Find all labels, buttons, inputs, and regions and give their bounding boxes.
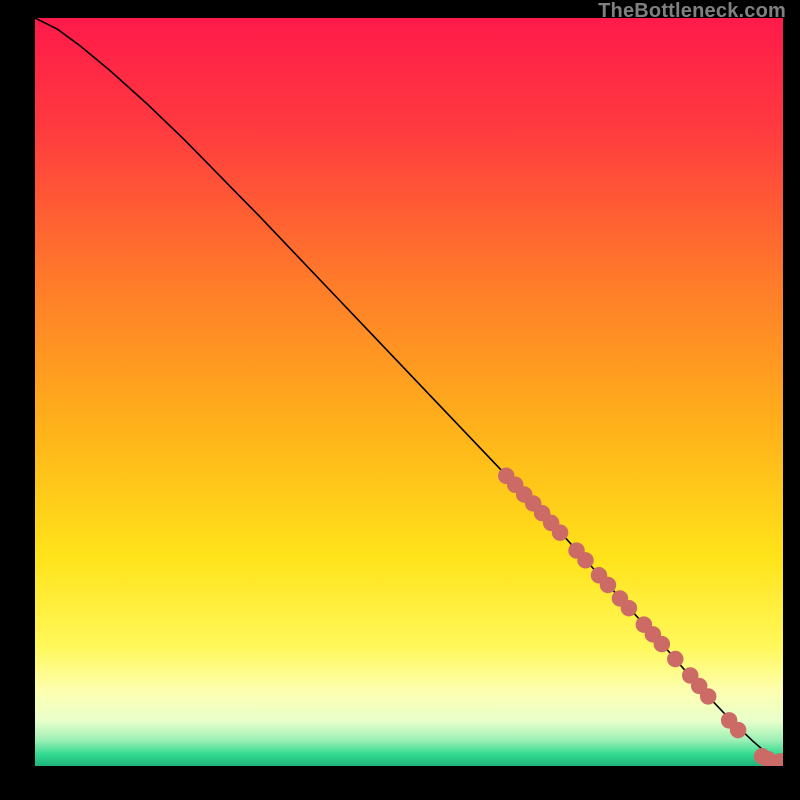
data-marker (600, 577, 616, 593)
data-marker (621, 600, 637, 616)
data-marker (654, 636, 670, 652)
data-marker (700, 688, 716, 704)
data-marker (552, 524, 568, 540)
chart-plot (35, 18, 783, 766)
data-marker (667, 651, 683, 667)
data-marker (577, 552, 593, 568)
data-marker (730, 722, 746, 738)
chart-stage: TheBottleneck.com (0, 0, 800, 800)
